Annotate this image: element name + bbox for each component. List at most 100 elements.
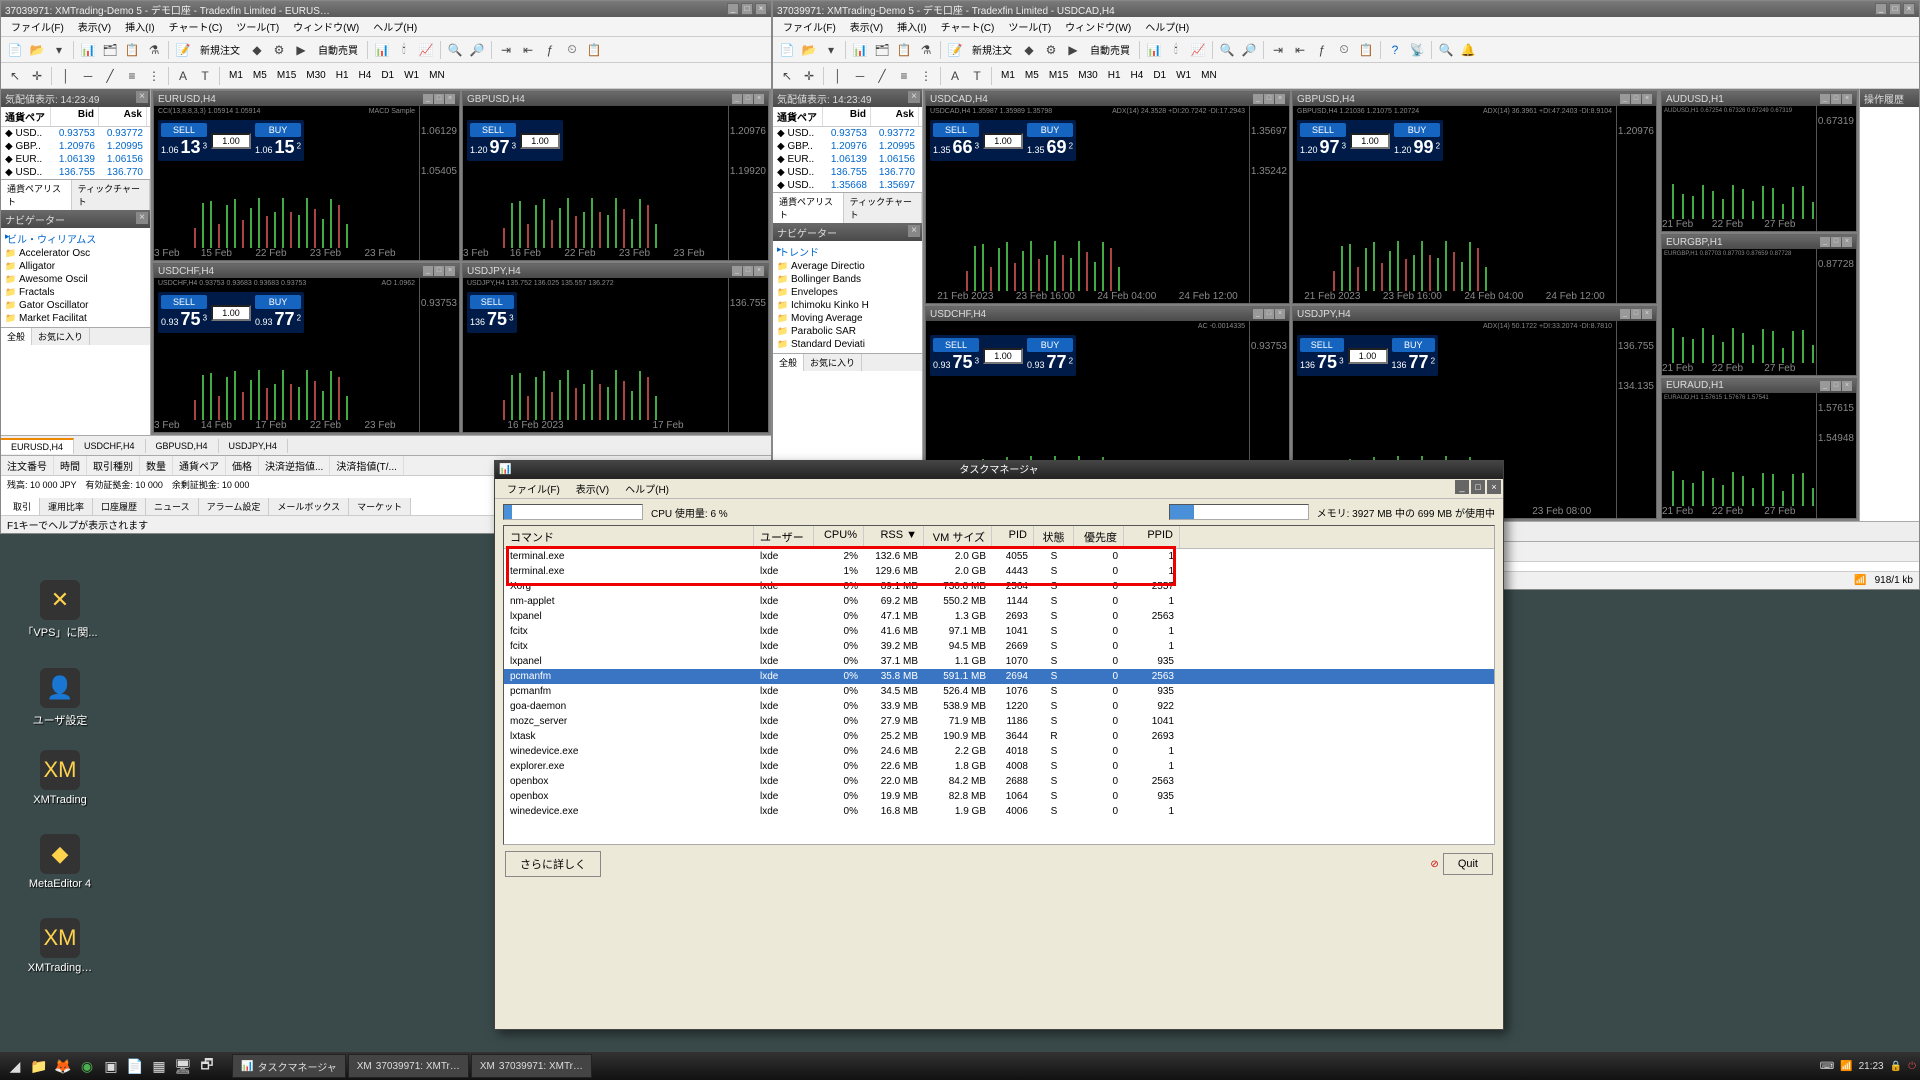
nav-item[interactable]: Fractals <box>3 286 148 299</box>
trendline-icon[interactable]: ╱ <box>100 66 120 86</box>
close-icon[interactable]: × <box>754 266 764 276</box>
mw-row[interactable]: ◆ GBP..1.209761.20995 <box>773 140 922 153</box>
text-icon[interactable]: A <box>945 66 965 86</box>
close-icon[interactable]: × <box>1275 94 1285 104</box>
terminal-tab[interactable]: メールボックス <box>269 498 349 515</box>
profiles-icon[interactable]: ▾ <box>49 40 69 60</box>
maximize-icon[interactable]: □ <box>743 94 753 104</box>
close-icon[interactable]: × <box>445 94 455 104</box>
scroll-icon[interactable]: ⇥ <box>1268 40 1288 60</box>
menu-item[interactable]: ヘルプ(H) <box>1139 17 1195 36</box>
mini-chart[interactable]: AUDUSD,H1_□× AUDUSD,H1 0.67254 0.67326 0… <box>1661 91 1857 232</box>
scroll-icon[interactable]: ⇥ <box>496 40 516 60</box>
help-icon[interactable]: ? <box>1385 40 1405 60</box>
process-row[interactable]: winedevice.exelxde0%16.8 MB1.9 GB4006S01 <box>504 804 1494 819</box>
period-icon[interactable]: ⏲ <box>562 40 582 60</box>
vline-icon[interactable]: │ <box>56 66 76 86</box>
close-icon[interactable]: × <box>1842 94 1852 104</box>
process-list[interactable]: コマンドユーザーCPU%RSS ▼VM サイズPID状態優先度PPID term… <box>503 525 1495 845</box>
strategy-icon[interactable]: ⚗ <box>144 40 164 60</box>
menu-item[interactable]: 表示(V) <box>570 479 615 498</box>
zoomout-icon[interactable]: 🔎 <box>467 40 487 60</box>
open-icon[interactable]: 📂 <box>27 40 47 60</box>
sell-button[interactable]: SELL <box>933 123 979 137</box>
menu-item[interactable]: チャート(C) <box>163 17 229 36</box>
taskbar-item[interactable]: 📊タスクマネージャ <box>232 1054 346 1078</box>
indic-icon[interactable]: ƒ <box>1312 40 1332 60</box>
buy-button[interactable]: BUY <box>255 123 301 137</box>
metaeditor-icon[interactable]: ◆ <box>1019 40 1039 60</box>
mw-icon[interactable]: 📊 <box>78 40 98 60</box>
chart-window[interactable]: USDJPY,H4_□× USDJPY,H4 135.752 136.025 1… <box>462 263 769 433</box>
open-icon[interactable]: 📂 <box>799 40 819 60</box>
close-icon[interactable]: × <box>1275 309 1285 319</box>
options-icon[interactable]: ⚙ <box>1041 40 1061 60</box>
autotrade-icon[interactable]: ▶ <box>1063 40 1083 60</box>
viewer-icon[interactable]: 🗗 <box>196 1055 218 1077</box>
sell-button[interactable]: SELL <box>1300 123 1346 137</box>
close-icon[interactable]: × <box>1842 237 1852 247</box>
timeframe-MN[interactable]: MN <box>1196 67 1222 84</box>
mw-row[interactable]: ◆ USD..1.356681.35697 <box>773 179 922 192</box>
minimize-icon[interactable]: _ <box>732 266 742 276</box>
process-row[interactable]: openboxlxde0%22.0 MB84.2 MB2688S02563 <box>504 774 1494 789</box>
term-col[interactable]: 決済指値(T/... <box>330 456 404 475</box>
nav-item[interactable]: Average Directio <box>775 260 920 273</box>
menu-item[interactable]: ウィンドウ(W) <box>287 17 365 36</box>
nav-item[interactable]: Parabolic SAR <box>775 325 920 338</box>
process-row[interactable]: fcitxlxde0%41.6 MB97.1 MB1041S01 <box>504 624 1494 639</box>
new-order-button[interactable]: 新規注文 <box>195 39 245 60</box>
menu-item[interactable]: ヘルプ(H) <box>367 17 423 36</box>
profiles-icon[interactable]: ▾ <box>821 40 841 60</box>
shift-icon[interactable]: ⇤ <box>518 40 538 60</box>
apps-icon[interactable]: ▦ <box>148 1055 170 1077</box>
mw-tab[interactable]: 通貨ペアリスト <box>1 180 72 210</box>
mw-row[interactable]: ◆ GBP..1.209761.20995 <box>1 140 150 153</box>
maximize-icon[interactable]: □ <box>1831 381 1841 391</box>
nav-tab[interactable]: 全般 <box>1 328 32 345</box>
minimize-icon[interactable]: _ <box>1455 480 1469 494</box>
maximize-icon[interactable]: □ <box>434 94 444 104</box>
menu-item[interactable]: 挿入(I) <box>119 17 160 36</box>
taskbar-item[interactable]: XM37039971: XMTr… <box>471 1054 592 1078</box>
nav-icon[interactable]: 🗂 <box>100 40 120 60</box>
menu-item[interactable]: ヘルプ(H) <box>619 479 675 498</box>
close-icon[interactable]: × <box>1903 3 1915 15</box>
col-header[interactable]: コマンド <box>504 526 754 548</box>
minimize-icon[interactable]: _ <box>1820 237 1830 247</box>
sell-button[interactable]: SELL <box>161 123 207 137</box>
minimize-icon[interactable]: _ <box>1820 381 1830 391</box>
power-icon[interactable]: ⏻ <box>1908 1061 1916 1072</box>
mw-icon[interactable]: 📊 <box>850 40 870 60</box>
menu-item[interactable]: ファイル(F) <box>5 17 70 36</box>
minimize-icon[interactable]: _ <box>423 94 433 104</box>
fibo-icon[interactable]: ⋮ <box>144 66 164 86</box>
close-icon[interactable]: × <box>755 3 767 15</box>
mw-row[interactable]: ◆ EUR..1.061391.06156 <box>1 153 150 166</box>
terminal-tab[interactable]: 運用比率 <box>40 498 93 515</box>
volume-input[interactable] <box>520 133 560 149</box>
process-row[interactable]: Xorglxde0%89.1 MB730.8 MB2564S02557 <box>504 579 1494 594</box>
buy-button[interactable]: BUY <box>255 295 301 309</box>
menu-item[interactable]: 挿入(I) <box>891 17 932 36</box>
chart-tab[interactable]: EURUSD,H4 <box>1 438 74 454</box>
bar-icon[interactable]: 📊 <box>1144 40 1164 60</box>
term-col[interactable]: 取引種別 <box>87 456 140 475</box>
mini-chart[interactable]: EURGBP,H1_□× EURGBP,H1 0.87703 0.87703 0… <box>1661 234 1857 375</box>
volume-input[interactable] <box>1348 348 1388 364</box>
timeframe-H4[interactable]: H4 <box>1126 67 1149 84</box>
minimize-icon[interactable]: _ <box>1820 94 1830 104</box>
timeframe-M30[interactable]: M30 <box>301 67 330 84</box>
close-icon[interactable]: × <box>1487 480 1501 494</box>
terminal-tab[interactable]: ニュース <box>146 498 199 515</box>
process-row[interactable]: lxtasklxde0%25.2 MB190.9 MB3644R02693 <box>504 729 1494 744</box>
crosshair-icon[interactable]: ✛ <box>27 66 47 86</box>
nav-item[interactable]: Bollinger Bands <box>775 273 920 286</box>
mini-chart[interactable]: EURAUD,H1_□× EURAUD,H1 1.57615 1.57676 1… <box>1661 378 1857 519</box>
input-icon[interactable]: ⌨ <box>1820 1061 1834 1072</box>
timeframe-M30[interactable]: M30 <box>1073 67 1102 84</box>
volume-input[interactable] <box>211 305 251 321</box>
equid-icon[interactable]: ≡ <box>894 66 914 86</box>
timeframe-MN[interactable]: MN <box>424 67 450 84</box>
minimize-icon[interactable]: _ <box>727 3 739 15</box>
